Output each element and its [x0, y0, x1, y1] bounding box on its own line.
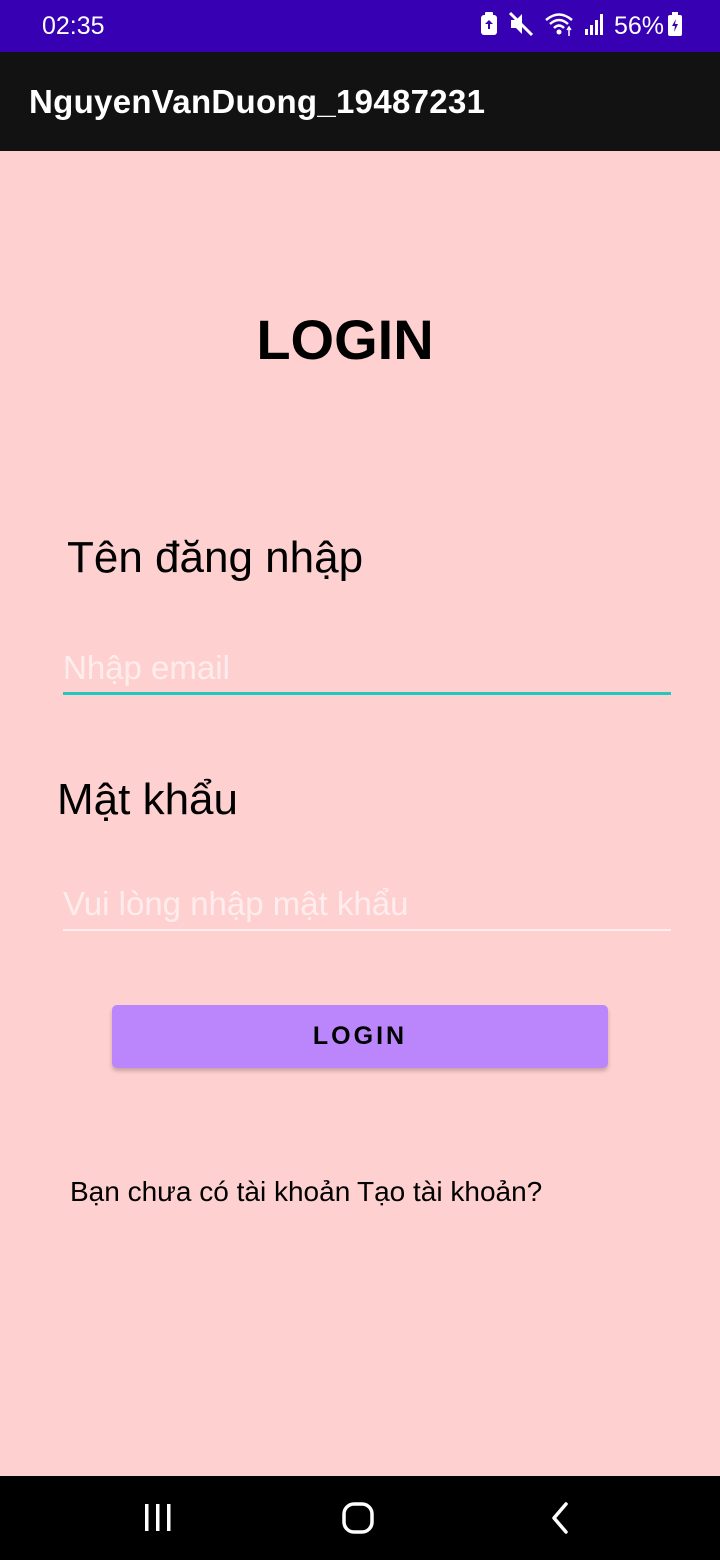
- battery-percentage: 56%: [613, 12, 664, 40]
- app-bar: NguyenVanDuong_19487231: [0, 52, 720, 151]
- password-label: Mật khẩu: [57, 775, 238, 824]
- battery-saver-icon: [480, 11, 498, 41]
- status-icons: 56%: [470, 10, 682, 42]
- recents-icon[interactable]: [136, 1496, 180, 1540]
- login-button[interactable]: LOGIN: [112, 1005, 608, 1068]
- battery-charging-icon: [668, 11, 682, 41]
- email-field[interactable]: [63, 643, 671, 695]
- home-icon[interactable]: [336, 1496, 380, 1540]
- password-field[interactable]: [63, 879, 671, 931]
- wifi-icon: [544, 11, 574, 42]
- navigation-bar: [0, 1476, 720, 1560]
- status-time: 02:35: [42, 12, 105, 40]
- signal-icon: [584, 12, 606, 41]
- status-bar: 02:35 56%: [0, 0, 720, 52]
- mute-icon: [508, 11, 534, 42]
- app-title: NguyenVanDuong_19487231: [29, 83, 486, 120]
- no-account-text: Bạn chưa có tài khoản: [70, 1176, 351, 1207]
- username-label: Tên đăng nhập: [67, 533, 364, 582]
- back-icon[interactable]: [538, 1496, 582, 1540]
- login-screen: 02:35 56% NguyenVanDuong_19487231 LOGIN …: [0, 0, 720, 1560]
- page-title: LOGIN: [256, 308, 434, 371]
- create-account-link[interactable]: Tạo tài khoản?: [357, 1174, 542, 1210]
